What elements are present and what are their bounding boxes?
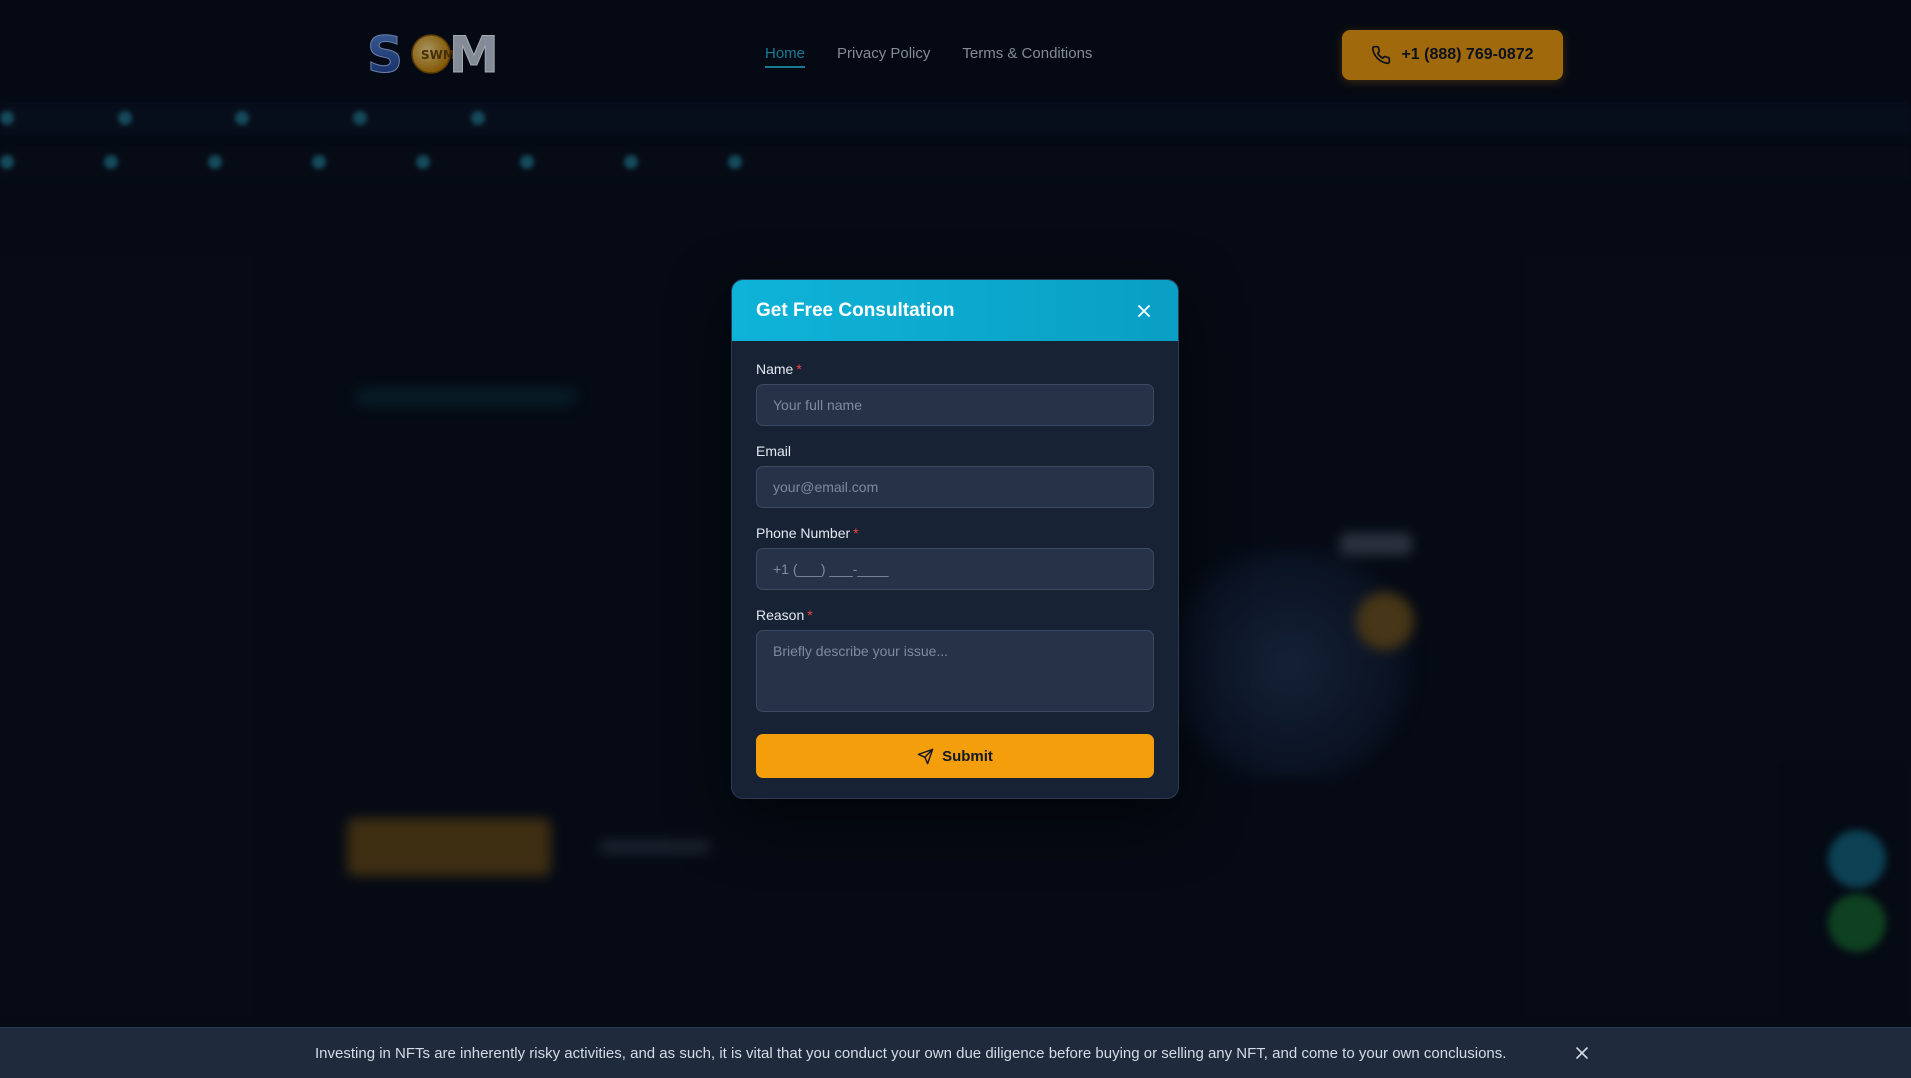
- modal-header: Get Free Consultation: [732, 280, 1178, 341]
- email-label: Email: [756, 443, 792, 459]
- nft-disclaimer-bar: Investing in NFTs are inherently risky a…: [0, 1027, 1911, 1078]
- consultation-modal: Get Free Consultation Name* Email Phone …: [731, 279, 1179, 799]
- phone-input[interactable]: [756, 548, 1154, 590]
- required-mark: *: [796, 361, 802, 377]
- close-icon[interactable]: [1134, 301, 1154, 321]
- email-field-group: Email: [756, 443, 1154, 508]
- submit-label: Submit: [942, 747, 993, 765]
- submit-button[interactable]: Submit: [756, 734, 1154, 778]
- reason-label: Reason *: [756, 607, 813, 623]
- reason-field-group: Reason *: [756, 607, 1154, 717]
- name-input[interactable]: [756, 384, 1154, 426]
- close-icon[interactable]: [1572, 1043, 1592, 1063]
- name-field-group: Name *: [756, 361, 1154, 426]
- name-label: Name *: [756, 361, 802, 377]
- modal-body: Name* Email Phone Number* Reason* Submit: [732, 341, 1178, 778]
- phone-label: Phone Number *: [756, 525, 859, 541]
- reason-textarea[interactable]: [756, 630, 1154, 712]
- phone-field-group: Phone Number *: [756, 525, 1154, 590]
- disclaimer-text: Investing in NFTs are inherently risky a…: [315, 1045, 1507, 1062]
- send-icon: [917, 748, 934, 764]
- email-input[interactable]: [756, 466, 1154, 508]
- required-mark: *: [853, 525, 859, 541]
- required-mark: *: [807, 607, 813, 623]
- modal-title: Get Free Consultation: [756, 299, 955, 321]
